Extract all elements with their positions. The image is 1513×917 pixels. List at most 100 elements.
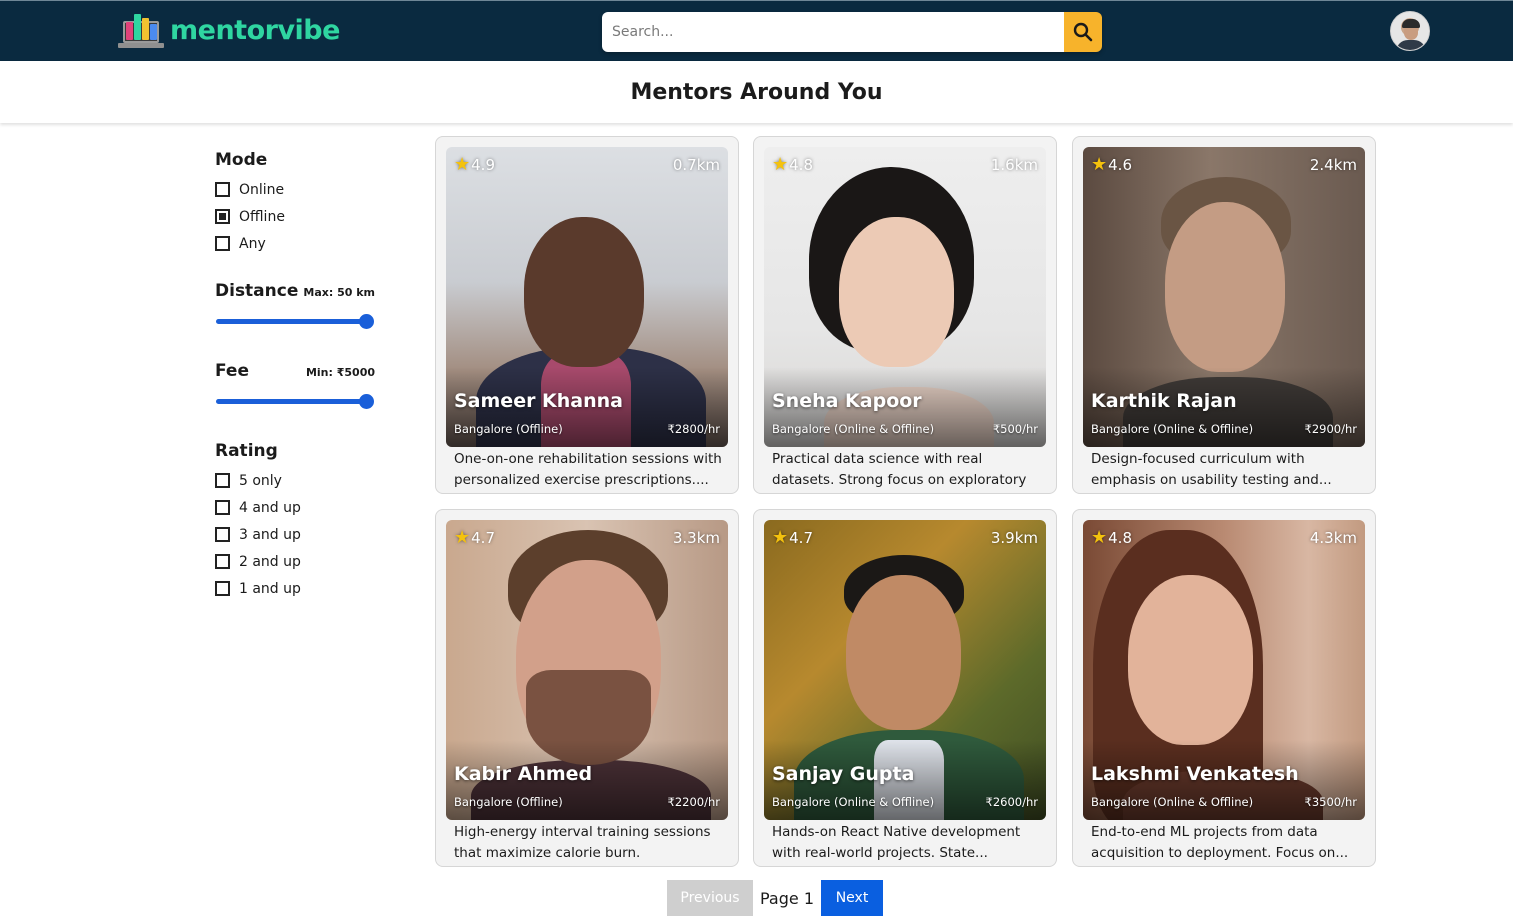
rating-value: 4.9 bbox=[471, 156, 495, 174]
rating-3-checkbox[interactable] bbox=[215, 527, 230, 542]
distance-slider-thumb[interactable] bbox=[358, 314, 374, 329]
star-icon: ★ bbox=[454, 527, 471, 548]
mentor-fee: ₹3500/hr bbox=[1304, 795, 1357, 809]
rating-option-4[interactable]: 4 and up bbox=[215, 494, 375, 521]
mentor-location: Bangalore (Online & Offline) bbox=[1091, 795, 1254, 809]
rating-badge: ★ 4.8 bbox=[1091, 527, 1132, 548]
search-button[interactable] bbox=[1064, 12, 1102, 52]
mode-option-any[interactable]: Any bbox=[215, 230, 375, 257]
mentor-name: Lakshmi Venkatesh bbox=[1091, 763, 1299, 785]
pagination: Previous Page 1 Next bbox=[667, 880, 883, 916]
rating-heading: Rating bbox=[215, 441, 278, 461]
online-checkbox[interactable] bbox=[215, 182, 230, 197]
distance-slider[interactable] bbox=[215, 313, 375, 331]
next-button[interactable]: Next bbox=[821, 880, 883, 916]
mentor-location: Bangalore (Online & Offline) bbox=[772, 422, 935, 436]
rating-option-1[interactable]: 1 and up bbox=[215, 575, 375, 602]
rating-option-label: 3 and up bbox=[239, 526, 301, 543]
mentor-card[interactable]: ★ 4.6 2.4km Karthik Rajan Bangalore (Onl… bbox=[1072, 136, 1376, 494]
rating-option-label: 1 and up bbox=[239, 580, 301, 597]
mentor-card[interactable]: ★ 4.7 3.3km Kabir Ahmed Bangalore (Offli… bbox=[435, 509, 739, 867]
mentor-name: Sanjay Gupta bbox=[772, 763, 915, 785]
mode-option-label: Any bbox=[239, 235, 266, 252]
mentor-fee: ₹2800/hr bbox=[667, 422, 720, 436]
rating-badge: ★ 4.7 bbox=[454, 527, 495, 548]
star-icon: ★ bbox=[772, 154, 789, 175]
mentor-card[interactable]: ★ 4.7 3.9km Sanjay Gupta Bangalore (Onli… bbox=[753, 509, 1057, 867]
mentor-description: High-energy interval training sessions t… bbox=[454, 824, 711, 861]
mentor-fee: ₹2200/hr bbox=[667, 795, 720, 809]
brand-logo[interactable]: mentorvibe bbox=[118, 10, 340, 50]
distance-slider-track bbox=[216, 319, 366, 324]
mentor-card[interactable]: ★ 4.8 4.3km Lakshmi Venkatesh Bangalore … bbox=[1072, 509, 1376, 867]
title-band: Mentors Around You bbox=[0, 61, 1513, 123]
mentor-description: End-to-end ML projects from data acquisi… bbox=[1091, 824, 1349, 861]
rating-badge: ★ 4.8 bbox=[772, 154, 813, 175]
user-avatar[interactable] bbox=[1390, 11, 1430, 51]
star-icon: ★ bbox=[1091, 154, 1108, 175]
any-checkbox[interactable] bbox=[215, 236, 230, 251]
mentor-fee: ₹500/hr bbox=[992, 422, 1038, 436]
previous-button[interactable]: Previous bbox=[667, 880, 753, 916]
mentor-description: Design-focused curriculum with emphasis … bbox=[1091, 451, 1332, 488]
star-icon: ★ bbox=[772, 527, 789, 548]
offline-checkbox[interactable] bbox=[215, 209, 230, 224]
fee-heading: Fee bbox=[215, 361, 249, 381]
mentor-card[interactable]: ★ 4.9 0.7km Sameer Khanna Bangalore (Off… bbox=[435, 136, 739, 494]
rating-value: 4.8 bbox=[789, 156, 813, 174]
rating-option-3[interactable]: 3 and up bbox=[215, 521, 375, 548]
mode-option-offline[interactable]: Offline bbox=[215, 203, 375, 230]
mentor-fee: ₹2900/hr bbox=[1304, 422, 1357, 436]
mentor-description: One-on-one rehabilitation sessions with … bbox=[454, 451, 722, 488]
fee-slider-track bbox=[216, 399, 366, 404]
top-navbar: mentorvibe bbox=[0, 0, 1513, 61]
mode-option-online[interactable]: Online bbox=[215, 176, 375, 203]
rating-badge: ★ 4.9 bbox=[454, 156, 495, 175]
page-indicator: Page 1 bbox=[760, 888, 814, 908]
search-bar bbox=[602, 12, 1102, 52]
rating-5-checkbox[interactable] bbox=[215, 473, 230, 488]
distance-header: Distance Max: 50 km bbox=[215, 281, 375, 301]
laptop-books-icon bbox=[118, 10, 164, 50]
mentor-name: Kabir Ahmed bbox=[454, 763, 593, 785]
rating-option-2[interactable]: 2 and up bbox=[215, 548, 375, 575]
rating-2-checkbox[interactable] bbox=[215, 554, 230, 569]
fee-min-label: Min: ₹5000 bbox=[305, 366, 375, 379]
distance-badge: 3.3km bbox=[672, 529, 720, 547]
rating-option-label: 2 and up bbox=[239, 553, 301, 570]
rating-1-checkbox[interactable] bbox=[215, 581, 230, 596]
rating-value: 4.7 bbox=[789, 529, 813, 547]
rating-option-label: 5 only bbox=[239, 472, 282, 489]
distance-max-label: Max: 50 km bbox=[303, 286, 375, 299]
distance-badge: 3.9km bbox=[990, 529, 1038, 547]
distance-heading: Distance bbox=[215, 281, 299, 301]
mentor-location: Bangalore (Online & Offline) bbox=[772, 795, 935, 809]
search-input[interactable] bbox=[602, 12, 1064, 52]
mentor-location: Bangalore (Online & Offline) bbox=[1091, 422, 1254, 436]
mentor-location: Bangalore (Offline) bbox=[454, 422, 563, 436]
fee-header: Fee Min: ₹5000 bbox=[215, 361, 375, 381]
rating-badge: ★ 4.6 bbox=[1091, 154, 1132, 175]
mentor-name: Sneha Kapoor bbox=[772, 390, 922, 412]
mode-option-label: Offline bbox=[239, 208, 285, 225]
mentor-name: Karthik Rajan bbox=[1091, 390, 1237, 412]
filter-sidebar: Mode Online Offline Any Distance Max: 50… bbox=[215, 150, 375, 602]
star-icon: ★ bbox=[1091, 527, 1108, 548]
fee-slider[interactable] bbox=[215, 393, 375, 411]
mentor-fee: ₹2600/hr bbox=[985, 795, 1038, 809]
rating-4-checkbox[interactable] bbox=[215, 500, 230, 515]
distance-badge: 4.3km bbox=[1309, 529, 1357, 547]
rating-option-5[interactable]: 5 only bbox=[215, 467, 375, 494]
distance-badge: 0.7km bbox=[672, 156, 720, 174]
rating-option-label: 4 and up bbox=[239, 499, 301, 516]
distance-badge: 1.6km bbox=[990, 156, 1038, 174]
logo-text: mentorvibe bbox=[170, 14, 340, 46]
mentor-description: Hands-on React Native development with r… bbox=[772, 824, 1021, 861]
mentor-card[interactable]: ★ 4.8 1.6km Sneha Kapoor Bangalore (Onli… bbox=[753, 136, 1057, 494]
mentor-location: Bangalore (Offline) bbox=[454, 795, 563, 809]
mode-option-label: Online bbox=[239, 181, 285, 198]
page-title: Mentors Around You bbox=[630, 80, 883, 105]
rating-badge: ★ 4.7 bbox=[772, 527, 813, 548]
search-icon bbox=[1073, 22, 1093, 42]
fee-slider-thumb[interactable] bbox=[358, 394, 374, 409]
